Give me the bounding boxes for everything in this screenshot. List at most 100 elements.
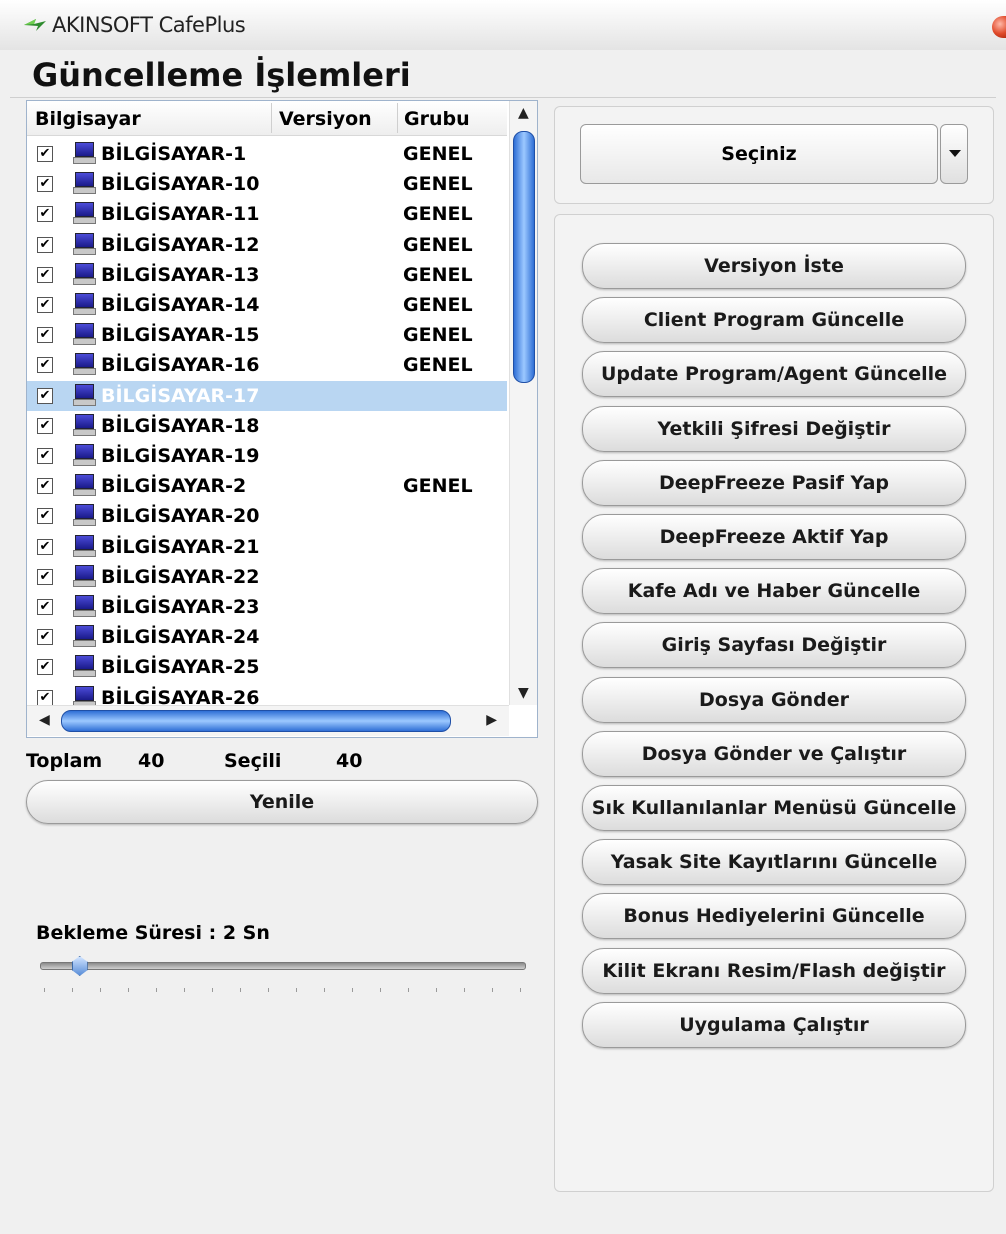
chevron-down-icon[interactable] bbox=[940, 124, 968, 184]
computer-name: BİLGİSAYAR-13 bbox=[101, 263, 260, 286]
wait-time-slider-thumb[interactable] bbox=[71, 956, 88, 976]
checkbox[interactable]: ✔ bbox=[37, 508, 53, 525]
computer-icon bbox=[73, 323, 96, 346]
wait-time-slider[interactable] bbox=[40, 962, 526, 970]
horizontal-scrollbar[interactable]: ◀ ▶ bbox=[27, 705, 509, 736]
table-row[interactable]: ✔ BİLGİSAYAR-2 GENEL bbox=[27, 471, 507, 501]
column-header-version[interactable]: Versiyon bbox=[279, 108, 372, 130]
computer-icon bbox=[73, 353, 96, 376]
checkbox[interactable]: ✔ bbox=[37, 599, 53, 615]
scroll-down-icon[interactable]: ▼ bbox=[518, 685, 529, 701]
table-row[interactable]: ✔ BİLGİSAYAR-24 bbox=[27, 622, 507, 652]
checkbox[interactable]: ✔ bbox=[37, 387, 53, 404]
action-button-1[interactable]: Versiyon İste bbox=[582, 243, 966, 289]
checkbox[interactable]: ✔ bbox=[37, 629, 53, 646]
checkbox[interactable]: ✔ bbox=[37, 568, 53, 585]
table-row[interactable]: ✔ BİLGİSAYAR-21 bbox=[27, 532, 507, 562]
table-row[interactable]: ✔ BİLGİSAYAR-10 GENEL bbox=[27, 169, 507, 199]
computer-name: BİLGİSAYAR-18 bbox=[101, 414, 260, 437]
action-button-4[interactable]: Yetkili Şifresi Değiştir bbox=[582, 405, 966, 452]
table-row[interactable]: ✔ BİLGİSAYAR-16 GENEL bbox=[27, 350, 507, 380]
computer-icon bbox=[73, 293, 96, 315]
action-button-12[interactable]: Yasak Site Kayıtlarını Güncelle bbox=[582, 839, 966, 886]
action-button-9[interactable]: Dosya Gönder bbox=[582, 676, 966, 723]
action-button-3[interactable]: Update Program/Agent Güncelle bbox=[582, 351, 966, 398]
computer-icon bbox=[73, 625, 96, 648]
checkbox[interactable]: ✔ bbox=[37, 327, 53, 344]
action-button-7[interactable]: Kafe Adı ve Haber Güncelle bbox=[582, 568, 966, 615]
selection-combo[interactable]: Seçiniz bbox=[580, 124, 938, 184]
column-header-computer[interactable]: Bilgisayar bbox=[35, 108, 141, 130]
wait-time-label: Bekleme Süresi : 2 Sn bbox=[36, 922, 270, 944]
checkbox[interactable]: ✔ bbox=[37, 357, 53, 374]
slider-tick bbox=[156, 988, 157, 992]
action-button-8[interactable]: Giriş Sayfası Değiştir bbox=[582, 622, 966, 669]
computer-group: GENEL bbox=[403, 263, 473, 286]
checkbox[interactable]: ✔ bbox=[37, 448, 53, 464]
checkbox[interactable]: ✔ bbox=[37, 538, 53, 555]
computer-name: BİLGİSAYAR-1 bbox=[101, 143, 247, 165]
table-row[interactable]: ✔ BİLGİSAYAR-15 GENEL bbox=[27, 320, 507, 350]
slider-tick bbox=[212, 988, 213, 992]
selected-label: Seçili bbox=[224, 750, 282, 772]
table-row[interactable]: ✔ BİLGİSAYAR-13 GENEL bbox=[27, 260, 507, 290]
refresh-button[interactable]: Yenile bbox=[26, 780, 538, 824]
action-button-6[interactable]: DeepFreeze Aktif Yap bbox=[582, 514, 966, 560]
checkbox[interactable]: ✔ bbox=[37, 206, 53, 223]
checkbox[interactable]: ✔ bbox=[37, 176, 53, 193]
vertical-scrollbar[interactable]: ▲ ▼ bbox=[509, 101, 537, 705]
table-row[interactable]: ✔ BİLGİSAYAR-19 bbox=[27, 441, 507, 471]
action-button-11[interactable]: Sık Kullanılanlar Menüsü Güncelle bbox=[582, 785, 966, 831]
table-row[interactable]: ✔ BİLGİSAYAR-20 bbox=[27, 501, 507, 531]
vertical-scroll-thumb[interactable] bbox=[513, 131, 535, 383]
action-button-13[interactable]: Bonus Hediyelerini Güncelle bbox=[582, 893, 966, 940]
checkbox[interactable]: ✔ bbox=[37, 689, 53, 706]
computer-icon bbox=[73, 413, 96, 436]
action-button-5[interactable]: DeepFreeze Pasif Yap bbox=[582, 459, 966, 506]
scroll-up-icon[interactable]: ▲ bbox=[518, 105, 529, 121]
checkbox[interactable]: ✔ bbox=[37, 297, 53, 313]
computer-list[interactable]: Bilgisayar Versiyon Grubu ✔ BİLGİSAYAR-1 G… bbox=[26, 100, 538, 738]
table-row[interactable]: ✔ BİLGİSAYAR-14 GENEL bbox=[27, 290, 507, 320]
checkbox[interactable]: ✔ bbox=[37, 417, 53, 434]
slider-tick bbox=[464, 988, 465, 992]
checkbox[interactable]: ✔ bbox=[37, 478, 53, 495]
table-row[interactable]: ✔ BİLGİSAYAR-1 GENEL bbox=[27, 139, 507, 169]
divider bbox=[10, 97, 996, 98]
computer-icon bbox=[73, 474, 96, 497]
action-button-10[interactable]: Dosya Gönder ve Çalıştır bbox=[582, 730, 966, 777]
table-row[interactable]: ✔ BİLGİSAYAR-11 GENEL bbox=[27, 199, 507, 229]
action-button-2[interactable]: Client Program Güncelle bbox=[582, 297, 966, 344]
slider-tick bbox=[44, 988, 45, 992]
computer-name: BİLGİSAYAR-20 bbox=[101, 505, 260, 528]
table-row[interactable]: ✔ BİLGİSAYAR-17 bbox=[27, 380, 507, 411]
checkbox[interactable]: ✔ bbox=[37, 146, 53, 162]
checkbox[interactable]: ✔ bbox=[37, 236, 53, 253]
table-row[interactable]: ✔ BİLGİSAYAR-22 bbox=[27, 562, 507, 592]
action-button-14[interactable]: Kilit Ekranı Resim/Flash değiştir bbox=[582, 947, 966, 994]
computer-icon bbox=[73, 595, 96, 617]
action-button-15[interactable]: Uygulama Çalıştır bbox=[582, 1001, 966, 1048]
slider-tick bbox=[240, 988, 241, 992]
column-header-group[interactable]: Grubu bbox=[404, 108, 470, 130]
computer-name: BİLGİSAYAR-19 bbox=[101, 445, 260, 467]
computer-icon bbox=[73, 444, 96, 466]
computer-name: BİLGİSAYAR-11 bbox=[101, 203, 260, 226]
column-separator[interactable] bbox=[397, 103, 398, 133]
scroll-right-icon[interactable]: ▶ bbox=[486, 712, 497, 728]
checkbox[interactable]: ✔ bbox=[37, 266, 53, 283]
close-icon[interactable] bbox=[992, 16, 1006, 38]
table-row[interactable]: ✔ BİLGİSAYAR-12 GENEL bbox=[27, 230, 507, 260]
slider-tick bbox=[324, 988, 325, 992]
checkbox[interactable]: ✔ bbox=[37, 659, 53, 676]
computer-name: BİLGİSAYAR-10 bbox=[101, 173, 260, 196]
table-row[interactable]: ✔ BİLGİSAYAR-25 bbox=[27, 652, 507, 682]
column-separator[interactable] bbox=[271, 103, 272, 133]
horizontal-scroll-thumb[interactable] bbox=[61, 710, 451, 732]
total-label: Toplam bbox=[26, 750, 103, 772]
table-row[interactable]: ✔ BİLGİSAYAR-23 bbox=[27, 592, 507, 622]
scroll-left-icon[interactable]: ◀ bbox=[39, 712, 50, 728]
title-bar: AKINSOFT CafePlus bbox=[0, 0, 1006, 50]
table-row[interactable]: ✔ BİLGİSAYAR-18 bbox=[27, 411, 507, 441]
computer-name: BİLGİSAYAR-25 bbox=[101, 656, 260, 679]
